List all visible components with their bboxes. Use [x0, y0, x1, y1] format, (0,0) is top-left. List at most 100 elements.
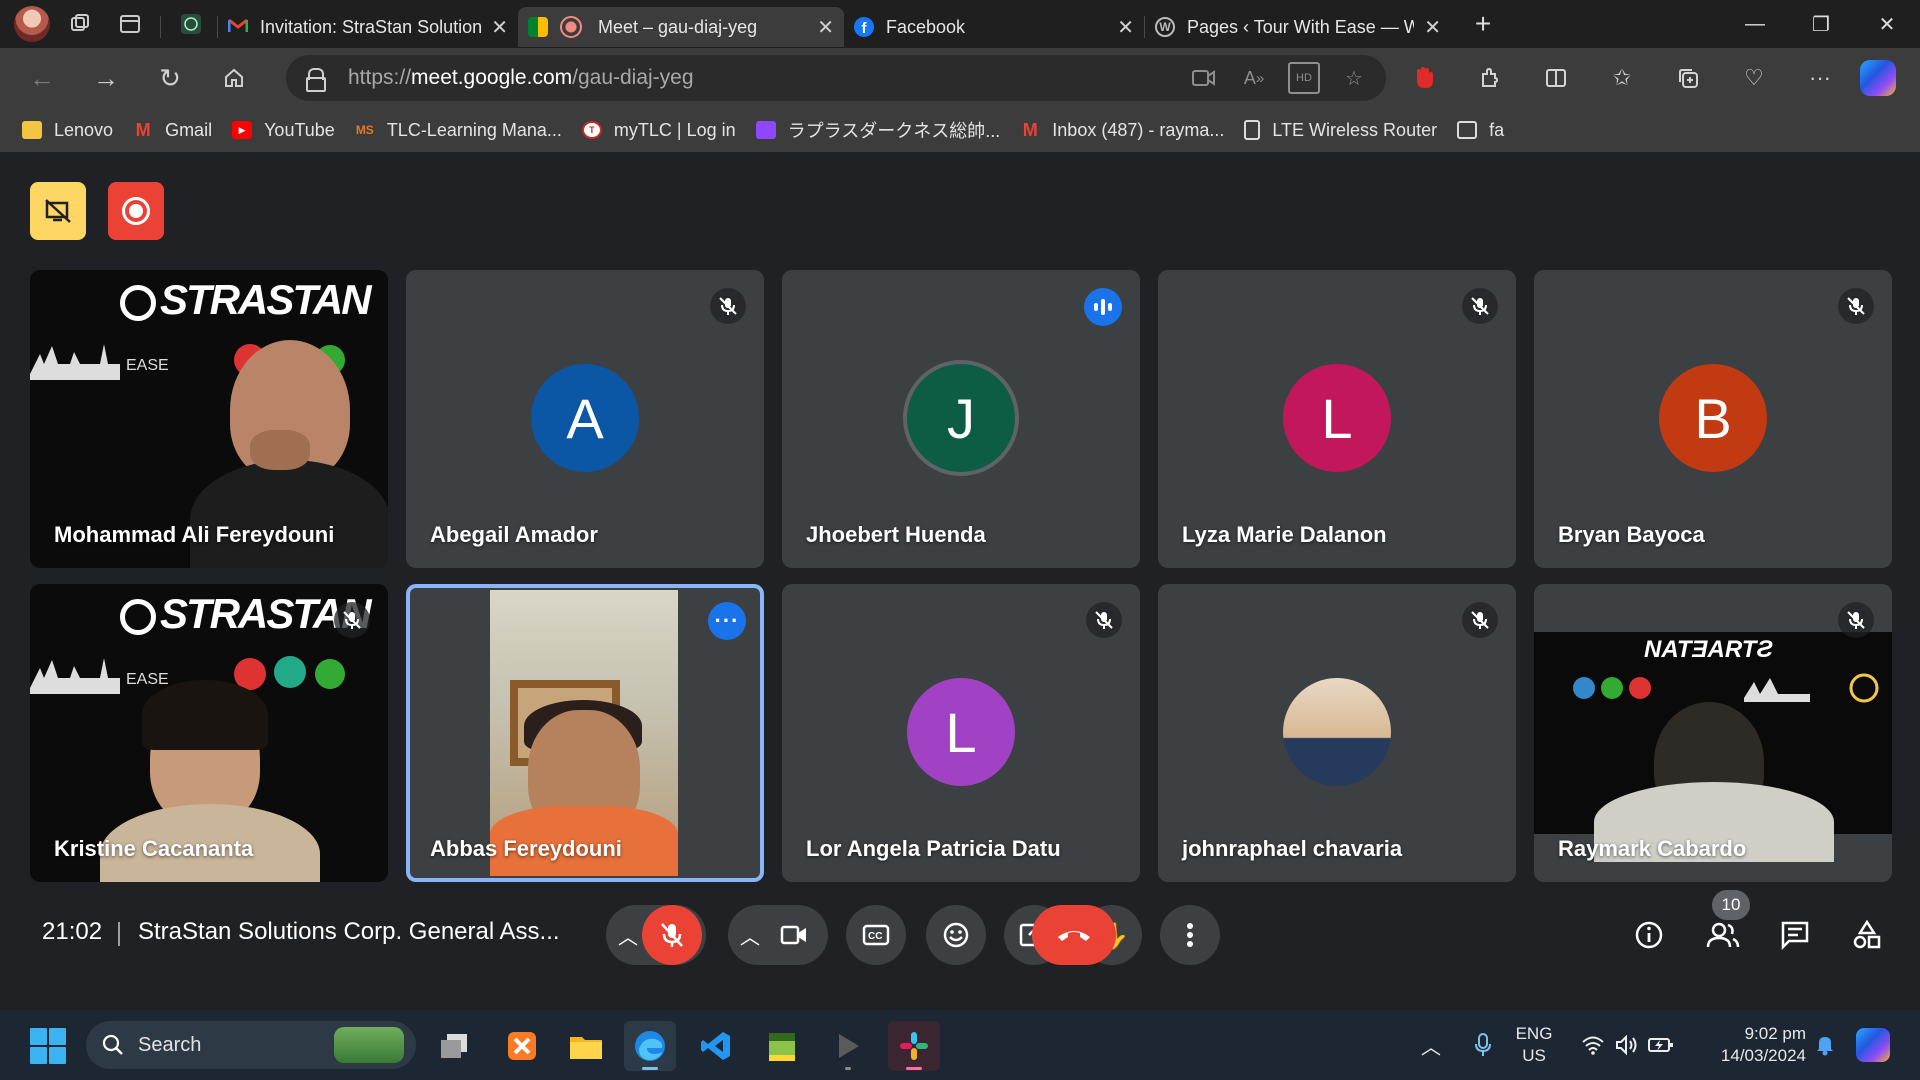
edge-taskbar-icon[interactable]: [624, 1021, 676, 1071]
bookmarks-bar: Lenovo M Gmail ▶ YouTube MS TLC-Learning Ma…: [0, 108, 1920, 152]
minimize-icon[interactable]: —: [1722, 0, 1788, 48]
read-aloud-icon[interactable]: A»: [1238, 62, 1270, 94]
adblock-extension-icon[interactable]: [1398, 56, 1450, 100]
speaking-indicator-icon: [1084, 288, 1122, 326]
copilot-icon[interactable]: [1860, 60, 1896, 96]
input-language[interactable]: ENG US: [1506, 1023, 1562, 1067]
slack-icon[interactable]: [888, 1021, 940, 1071]
notifications-bell-icon[interactable]: [1808, 1034, 1842, 1056]
forward-icon[interactable]: →: [84, 56, 128, 100]
bookmark-item[interactable]: M Gmail: [133, 119, 213, 141]
close-window-icon[interactable]: ✕: [1854, 0, 1920, 48]
camera-toggle-button[interactable]: [764, 905, 824, 965]
settings-more-icon[interactable]: ···: [1794, 56, 1846, 100]
wifi-icon[interactable]: [1576, 1035, 1610, 1055]
back-icon[interactable]: ←: [20, 56, 64, 100]
address-bar[interactable]: https://meet.google.com/gau-diaj-yeg A» …: [286, 55, 1386, 101]
microphone-tray-icon[interactable]: [1468, 1033, 1498, 1057]
leave-call-button[interactable]: [1032, 905, 1116, 965]
new-tab-icon[interactable]: +: [1463, 8, 1503, 40]
more-options-button[interactable]: [1160, 905, 1220, 965]
close-icon[interactable]: ✕: [481, 15, 508, 40]
participant-tile[interactable]: A Abegail Amador: [406, 270, 764, 568]
tab-wordpress[interactable]: W Pages ‹ Tour With Ease — Wc ✕: [1145, 7, 1451, 47]
refresh-icon[interactable]: ↻: [148, 56, 192, 100]
no-screen-share-badge[interactable]: [30, 182, 86, 240]
participant-name: Lor Angela Patricia Datu: [806, 836, 1061, 861]
tab-facebook[interactable]: f Facebook ✕: [844, 7, 1144, 47]
participant-tile[interactable]: J Jhoebert Huenda: [782, 270, 1140, 568]
participant-tile[interactable]: STRASTAN EASE Mohammad Ali Fereydouni: [30, 270, 388, 568]
participant-name: Raymark Cabardo: [1558, 836, 1747, 861]
bookmark-item[interactable]: Lenovo: [22, 120, 113, 141]
chevron-up-icon[interactable]: ︿: [740, 921, 760, 950]
collections-icon[interactable]: [1662, 56, 1714, 100]
chevron-up-icon[interactable]: ︿: [618, 921, 638, 950]
tab-title: Pages ‹ Tour With Ease — Wc: [1187, 16, 1415, 37]
tab-actions-icon[interactable]: [110, 4, 150, 44]
restore-icon[interactable]: ❐: [1788, 0, 1854, 48]
bookmark-item[interactable]: fa: [1457, 120, 1504, 141]
close-icon[interactable]: ✕: [1107, 15, 1134, 40]
participant-tile[interactable]: NATƎARTƧ Raymark Cabardo: [1534, 584, 1892, 882]
extensions-icon[interactable]: [1464, 56, 1516, 100]
participant-tile[interactable]: johnraphael chavaria: [1158, 584, 1516, 882]
close-icon[interactable]: ✕: [807, 15, 834, 40]
recording-badge[interactable]: [108, 182, 164, 240]
copilot-preview-icon[interactable]: [1856, 1028, 1890, 1062]
notepad-plus-icon[interactable]: [756, 1021, 808, 1071]
favorite-star-icon[interactable]: ☆: [1338, 62, 1370, 94]
reactions-button[interactable]: [926, 905, 986, 965]
close-icon[interactable]: ✕: [1414, 15, 1441, 40]
home-icon[interactable]: [212, 56, 256, 100]
file-explorer-icon[interactable]: [560, 1021, 612, 1071]
page-icon: [1244, 120, 1261, 140]
split-screen-icon[interactable]: [1530, 56, 1582, 100]
favorites-icon[interactable]: ✩: [1596, 56, 1648, 100]
bookmark-item[interactable]: ラプラスダークネス総帥...: [755, 117, 1000, 143]
taskbar-search-box[interactable]: Search: [86, 1021, 416, 1069]
bookmark-item[interactable]: LTE Wireless Router: [1244, 120, 1437, 141]
captions-button[interactable]: CC: [846, 905, 906, 965]
hd-icon[interactable]: HD: [1288, 62, 1320, 94]
xampp-icon[interactable]: [496, 1021, 548, 1071]
camera-permission-icon[interactable]: [1188, 62, 1220, 94]
browser-essentials-icon[interactable]: ♡: [1728, 56, 1780, 100]
windows-start-icon[interactable]: [30, 1028, 66, 1064]
bookmark-item[interactable]: ▶ YouTube: [232, 120, 335, 141]
url-text[interactable]: https://meet.google.com/gau-diaj-yeg: [348, 66, 694, 90]
tab-invitation[interactable]: Invitation: StraStan Solutions ✕: [218, 7, 518, 47]
people-button[interactable]: [1698, 910, 1748, 960]
participant-tile[interactable]: STRASTAN EASE Kristine Cacananta: [30, 584, 388, 882]
profile-avatar[interactable]: [14, 6, 50, 42]
vscode-icon[interactable]: [690, 1021, 742, 1071]
lock-icon[interactable]: [306, 68, 326, 92]
svg-text:EASE: EASE: [126, 357, 169, 374]
volume-icon[interactable]: [1610, 1035, 1644, 1055]
show-hidden-icons-chevron-icon[interactable]: ︿: [1416, 1031, 1446, 1060]
system-clock[interactable]: 9:02 pm 14/03/2024: [1696, 1023, 1806, 1067]
bookmark-item[interactable]: MS TLC-Learning Mana...: [355, 120, 562, 141]
more-options-icon[interactable]: ···: [708, 602, 746, 640]
participant-tile[interactable]: L Lor Angela Patricia Datu: [782, 584, 1140, 882]
hang-up-icon: [1058, 931, 1090, 941]
meeting-title[interactable]: StraStan Solutions Corp. General Ass...: [138, 918, 560, 946]
tab-meet[interactable]: Meet – gau-diaj-yeg ✕: [518, 7, 844, 47]
media-player-icon[interactable]: [822, 1021, 874, 1071]
participant-tile[interactable]: L Lyza Marie Dalanon: [1158, 270, 1516, 568]
task-view-icon[interactable]: [428, 1021, 480, 1071]
chat-button[interactable]: [1770, 910, 1820, 960]
chatgpt-tab-icon[interactable]: [171, 4, 211, 44]
participant-tile-pinned[interactable]: ··· Abbas Fereydouni: [406, 584, 764, 882]
bookmark-item[interactable]: TmyTLC | Log in: [581, 120, 736, 141]
bookmark-item[interactable]: M Inbox (487) - rayma...: [1020, 120, 1225, 141]
browser-toolbar: ← → ↻ https://meet.google.com/gau-diaj-y…: [0, 48, 1920, 108]
participant-tile[interactable]: B Bryan Bayoca: [1534, 270, 1892, 568]
mic-toggle-button[interactable]: [642, 905, 702, 965]
participant-name: Jhoebert Huenda: [806, 522, 986, 547]
battery-icon[interactable]: [1644, 1036, 1678, 1054]
meeting-details-button[interactable]: [1624, 910, 1674, 960]
gmail-icon: M: [135, 119, 151, 140]
workspaces-icon[interactable]: [60, 4, 100, 44]
activities-button[interactable]: [1842, 910, 1892, 960]
